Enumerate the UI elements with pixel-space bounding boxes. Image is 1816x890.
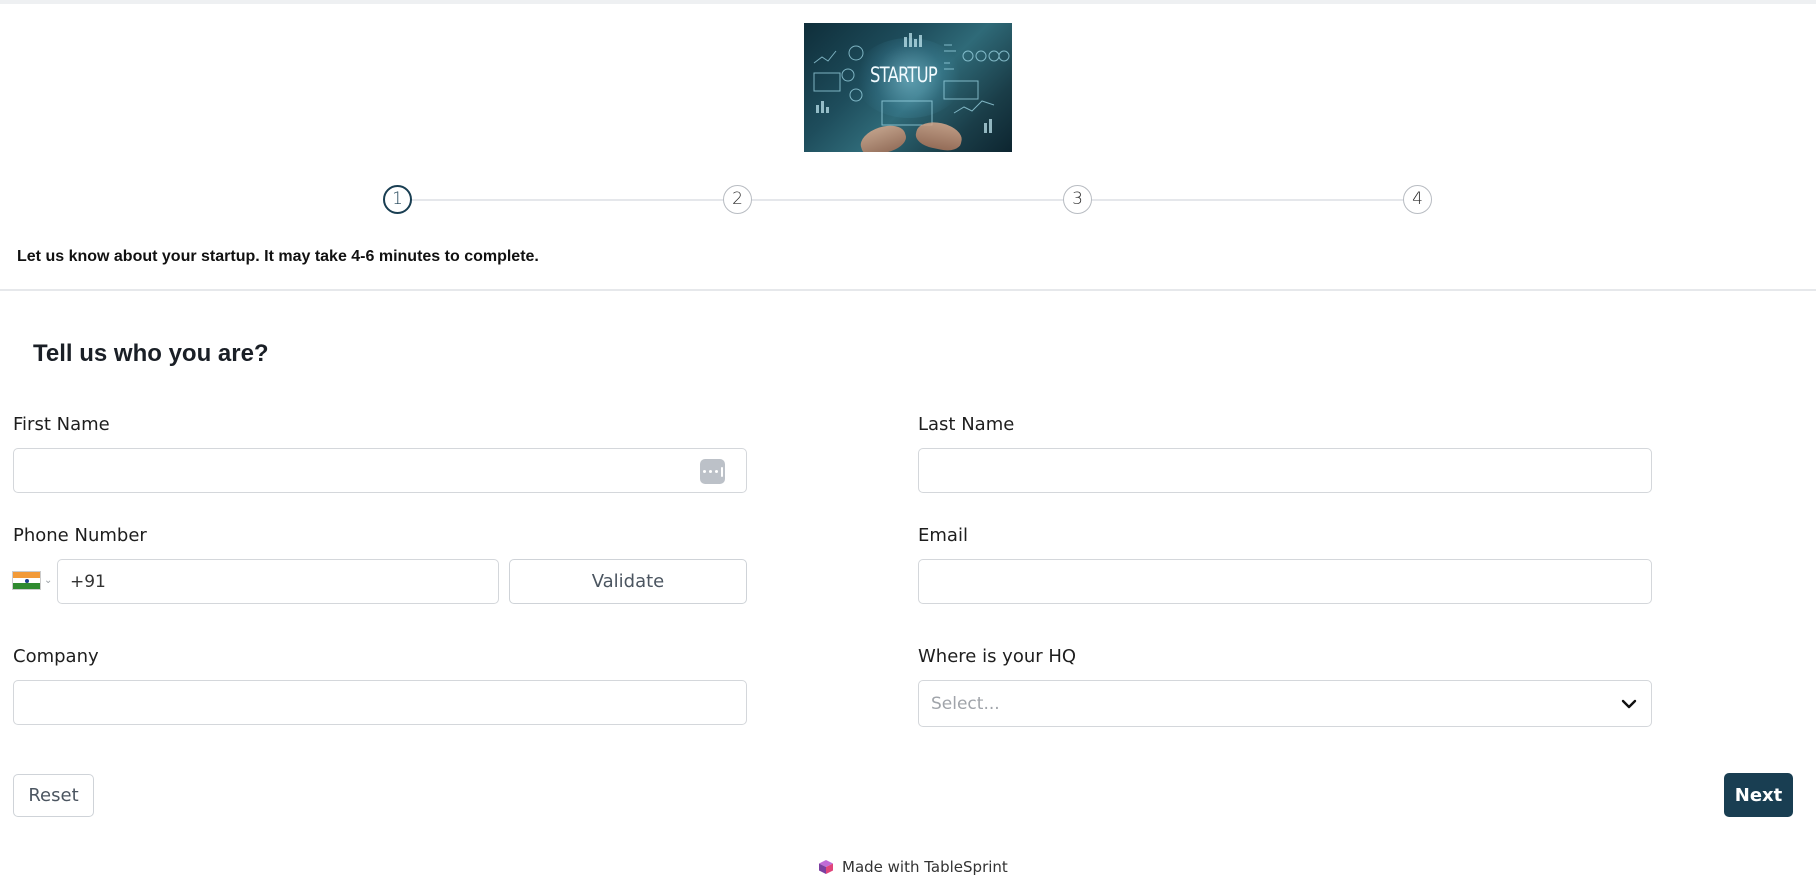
last-name-label: Last Name (918, 414, 1015, 435)
step-3[interactable]: 3 (1063, 185, 1092, 214)
phone-number-field[interactable] (57, 559, 499, 604)
company-field[interactable] (13, 680, 747, 725)
banner-text: STARTUP (870, 63, 938, 87)
first-name-label: First Name (13, 414, 110, 435)
email-field[interactable] (918, 559, 1652, 604)
section-divider (0, 289, 1816, 291)
first-name-field[interactable] (13, 448, 747, 493)
step-2[interactable]: 2 (723, 185, 752, 214)
next-button[interactable]: Next (1724, 773, 1793, 817)
hq-select[interactable]: Select... (918, 680, 1652, 727)
banner-graphics (813, 33, 1010, 133)
reset-button[interactable]: Reset (13, 774, 94, 817)
phone-number-input[interactable] (58, 560, 498, 603)
company-label: Company (13, 646, 99, 667)
hq-placeholder: Select... (931, 694, 1000, 714)
last-name-input[interactable] (919, 449, 1651, 492)
step-4[interactable]: 4 (1403, 185, 1432, 214)
intro-text: Let us know about your startup. It may t… (17, 248, 539, 265)
validate-button[interactable]: Validate (509, 559, 747, 604)
top-strip (0, 0, 1816, 4)
form-title: Tell us who you are? (33, 340, 269, 367)
last-name-field[interactable] (918, 448, 1652, 493)
stepper-track (397, 199, 1419, 201)
step-1[interactable]: 1 (383, 185, 412, 214)
progress-stepper: 1 2 3 4 (383, 185, 1433, 215)
country-chevron-icon[interactable]: ⌄ (44, 575, 52, 586)
email-input[interactable] (919, 560, 1651, 603)
company-input[interactable] (14, 681, 746, 724)
tablesprint-logo-icon (819, 860, 833, 874)
email-label: Email (918, 525, 968, 546)
hq-label: Where is your HQ (918, 646, 1077, 667)
first-name-input[interactable] (14, 449, 746, 492)
india-flag-icon[interactable] (12, 571, 41, 590)
footer-text[interactable]: Made with TableSprint (842, 858, 1008, 876)
footer-credit[interactable]: Made with TableSprint (818, 858, 1008, 876)
password-manager-icon[interactable] (700, 459, 725, 484)
startup-banner-image: STARTUP (804, 23, 1012, 152)
phone-number-label: Phone Number (13, 525, 147, 546)
chevron-down-icon[interactable] (1619, 694, 1639, 714)
